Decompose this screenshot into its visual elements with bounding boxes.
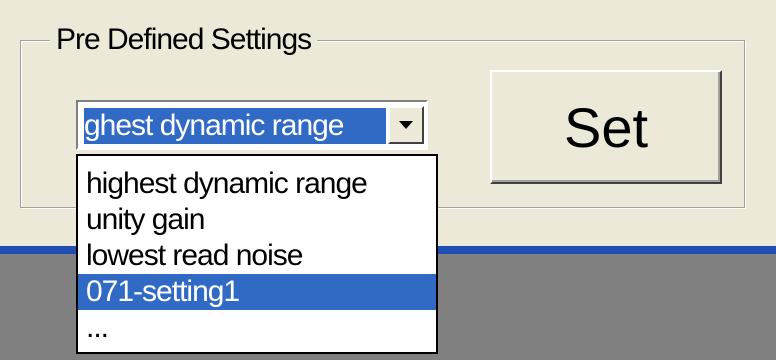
list-item[interactable]: unity gain bbox=[78, 202, 436, 238]
list-item[interactable]: ... bbox=[78, 310, 436, 346]
dropdown-list[interactable]: highest dynamic range unity gain lowest … bbox=[76, 154, 438, 354]
list-item[interactable]: lowest read noise bbox=[78, 238, 436, 274]
combobox-value[interactable]: ghest dynamic range bbox=[84, 108, 386, 144]
set-button[interactable]: Set bbox=[490, 70, 722, 184]
settings-combobox[interactable]: ghest dynamic range bbox=[76, 100, 428, 150]
groupbox-title: Pre Defined Settings bbox=[50, 22, 318, 58]
list-item[interactable]: highest dynamic range bbox=[78, 166, 436, 202]
list-item[interactable]: 071-setting1 bbox=[78, 274, 436, 310]
chevron-down-icon bbox=[399, 121, 413, 129]
combobox-dropdown-button[interactable] bbox=[388, 106, 424, 144]
